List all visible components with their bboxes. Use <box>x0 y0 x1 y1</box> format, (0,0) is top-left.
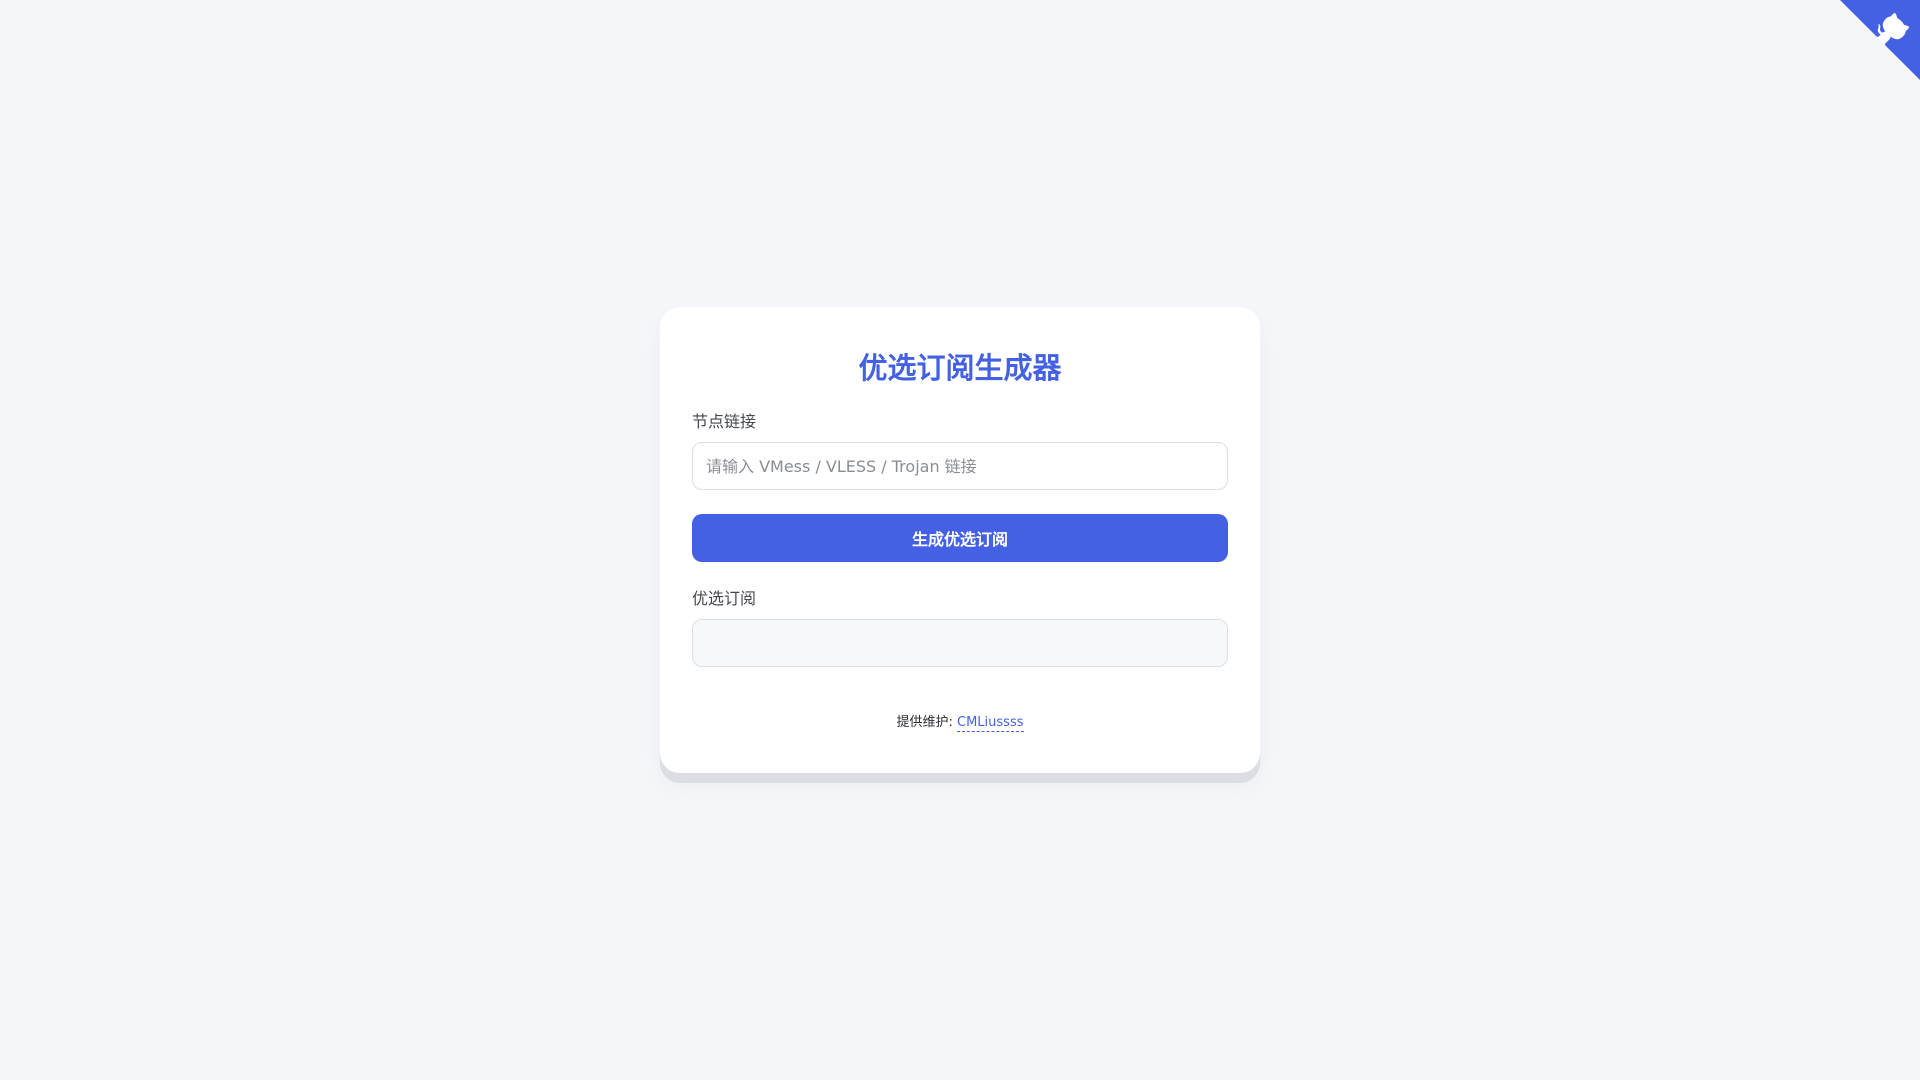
node-link-input[interactable] <box>692 442 1228 490</box>
node-link-label: 节点链接 <box>692 412 757 431</box>
github-corner-link[interactable] <box>1840 0 1920 80</box>
footer: 提供维护: CMLiussss <box>692 711 1228 732</box>
page-title: 优选订阅生成器 <box>858 351 1062 385</box>
generator-card: 优选订阅生成器 节点链接 生成优选订阅 优选订阅 提供维护: CMLiussss <box>660 307 1260 773</box>
generate-subscription-button[interactable]: 生成优选订阅 <box>692 514 1228 562</box>
footer-prefix: 提供维护: <box>896 715 958 730</box>
github-octocat-icon <box>1840 0 1920 80</box>
author-link[interactable]: CMLiussss <box>957 715 1024 732</box>
subscription-output-field[interactable] <box>692 619 1228 667</box>
subscription-label: 优选订阅 <box>692 589 757 608</box>
